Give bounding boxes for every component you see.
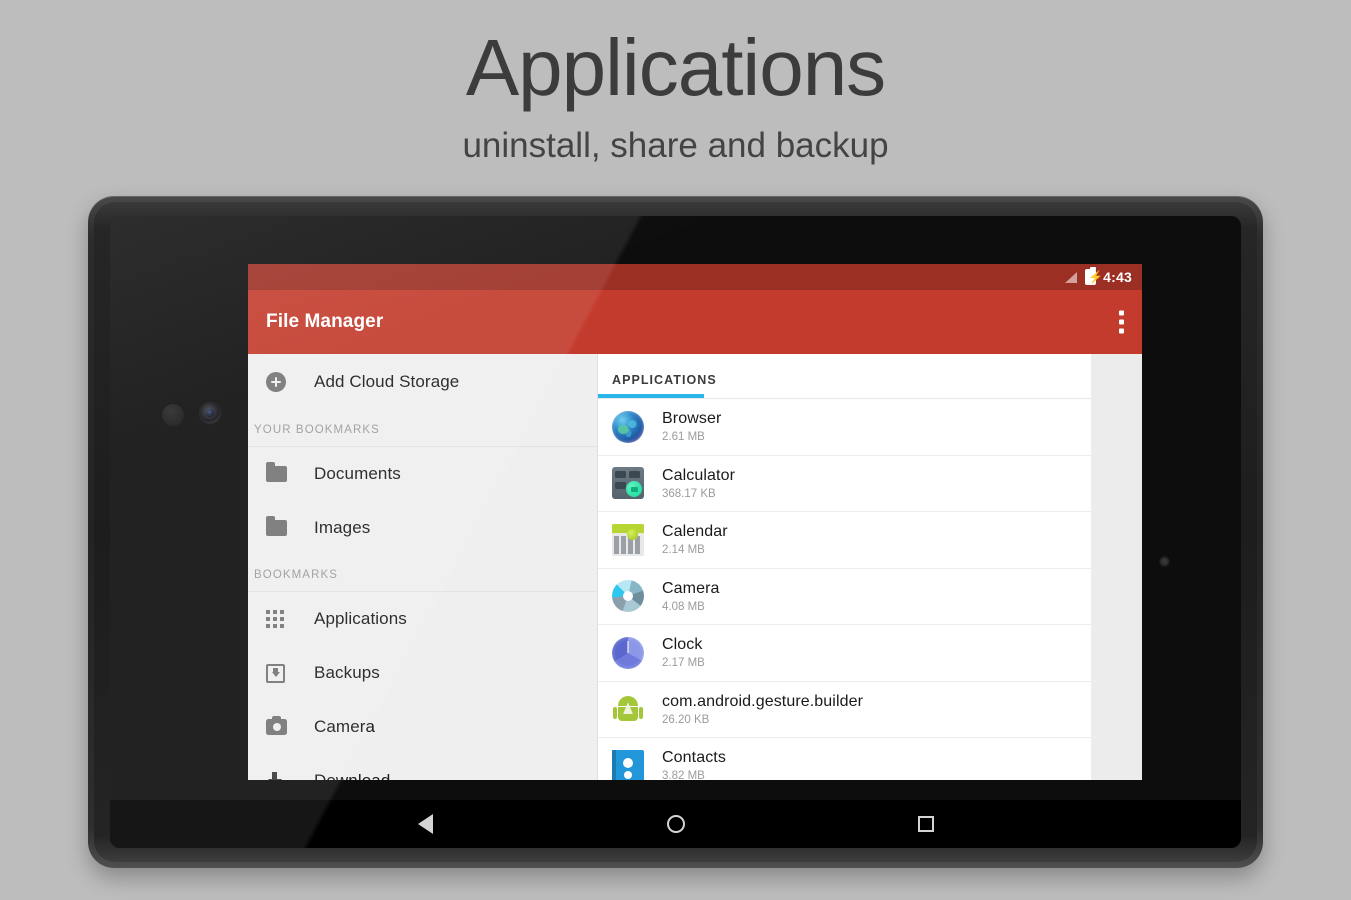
app-size: 4.08 MB [662, 600, 705, 613]
app-size: 2.14 MB [662, 544, 705, 557]
screenshot-root: Applications uninstall, share and backup… [0, 0, 1351, 900]
sidebar-item-label: Download [314, 771, 390, 780]
android-navigation-bar [110, 800, 1241, 848]
sidebar-item-label: Images [314, 518, 371, 537]
sidebar-item-download[interactable]: Download [248, 754, 597, 780]
promo-subtitle: uninstall, share and backup [462, 126, 889, 165]
applications-panel: APPLICATIONS Browser 2.61 MB Calculator … [598, 354, 1091, 780]
sidebar-item-applications[interactable]: Applications [248, 592, 597, 646]
tab-bar: APPLICATIONS [598, 354, 1091, 399]
section-your-bookmarks: YOUR BOOKMARKS Documents Images [248, 410, 597, 555]
sidebar-item-label: Documents [314, 464, 401, 483]
app-size: 2.17 MB [662, 657, 705, 670]
list-item[interactable]: Browser 2.61 MB [598, 399, 1091, 456]
sidebar-item-images[interactable]: Images [248, 501, 597, 555]
folder-icon [266, 462, 296, 482]
navigation-drawer: Add Cloud Storage YOUR BOOKMARKS Documen… [248, 354, 598, 780]
app-size: 3.82 MB [662, 770, 705, 780]
app-title: File Manager [266, 311, 384, 332]
list-item[interactable]: com.android.gesture.builder 26.20 KB [598, 681, 1091, 738]
clock-icon [612, 636, 644, 669]
contacts-icon [612, 749, 644, 780]
promo-title: Applications [465, 23, 886, 112]
calendar-icon [612, 523, 644, 556]
sidebar-item-backups[interactable]: Backups [248, 646, 597, 700]
sidebar-item-add-cloud-storage[interactable]: Add Cloud Storage [248, 354, 597, 410]
front-camera-icon [200, 403, 220, 423]
grid-icon [266, 610, 296, 628]
tab-active-indicator [598, 394, 704, 398]
overflow-dot [1119, 319, 1124, 325]
app-size: 2.61 MB [662, 431, 705, 444]
app-name: Contacts [662, 749, 726, 767]
app-name: Browser [662, 410, 722, 428]
signal-triangle-icon [1065, 271, 1078, 283]
app-name: Calculator [662, 466, 736, 484]
list-item[interactable]: Contacts 3.82 MB [598, 738, 1091, 780]
sidebar-item-camera[interactable]: Camera [248, 700, 597, 754]
app-toolbar: File Manager [248, 290, 1142, 354]
charging-bolt-icon: ⚡ [1088, 270, 1104, 284]
section-bookmarks: BOOKMARKS Applications Backups Camera [248, 555, 597, 780]
overflow-menu-icon[interactable] [1119, 310, 1124, 334]
promo-header: Applications uninstall, share and backup [0, 0, 1351, 166]
proximity-sensor-icon [162, 404, 184, 426]
home-circle-icon [666, 815, 685, 833]
sidebar-item-label: Applications [314, 609, 407, 628]
nav-back-button[interactable] [376, 814, 476, 834]
app-size: 26.20 KB [662, 713, 710, 726]
tablet-device: ⚡ 4:43 File Manager Add Cloud Storage YO… [88, 196, 1263, 868]
overflow-dot [1119, 310, 1124, 316]
android-robot-icon [612, 693, 644, 725]
calculator-icon [612, 467, 644, 500]
android-app-window: ⚡ 4:43 File Manager Add Cloud Storage YO… [248, 264, 1142, 780]
applications-list: Browser 2.61 MB Calculator 368.17 KB Cal… [598, 399, 1091, 780]
list-item[interactable]: Calculator 368.17 KB [598, 455, 1091, 512]
sidebar-item-label: Camera [314, 717, 376, 736]
sidebar-item-label: Add Cloud Storage [314, 372, 460, 391]
app-body: Add Cloud Storage YOUR BOOKMARKS Documen… [248, 354, 1142, 780]
notification-led-icon [1160, 557, 1169, 566]
tablet-screen: ⚡ 4:43 File Manager Add Cloud Storage YO… [110, 216, 1241, 848]
app-size: 368.17 KB [662, 487, 716, 500]
camera-icon [266, 716, 296, 735]
sidebar-item-documents[interactable]: Documents [248, 447, 597, 501]
list-item[interactable]: Clock 2.17 MB [598, 625, 1091, 682]
folder-icon [266, 516, 296, 536]
sidebar-item-label: Backups [314, 663, 380, 682]
status-bar: ⚡ 4:43 [248, 264, 1142, 290]
browser-globe-icon [612, 410, 644, 443]
app-name: com.android.gesture.builder [662, 692, 864, 710]
tablet-bezel: ⚡ 4:43 File Manager Add Cloud Storage YO… [94, 202, 1257, 862]
plus-circle-icon [266, 372, 296, 392]
app-name: Calendar [662, 523, 728, 541]
back-triangle-icon [418, 814, 433, 834]
download-icon [266, 772, 296, 780]
section-header: YOUR BOOKMARKS [248, 410, 597, 447]
backup-icon [266, 663, 296, 683]
recents-square-icon [917, 816, 934, 832]
overflow-dot [1119, 328, 1124, 334]
camera-shutter-icon [612, 580, 644, 613]
section-header: BOOKMARKS [248, 555, 597, 592]
app-name: Clock [662, 636, 703, 654]
app-name: Camera [662, 579, 720, 597]
list-item[interactable]: Camera 4.08 MB [598, 568, 1091, 625]
list-item[interactable]: Calendar 2.14 MB [598, 512, 1091, 569]
battery-charging-icon: ⚡ [1085, 267, 1103, 285]
nav-home-button[interactable] [626, 815, 726, 833]
nav-recents-button[interactable] [876, 816, 976, 832]
status-bar-clock: 4:43 [1103, 269, 1132, 285]
